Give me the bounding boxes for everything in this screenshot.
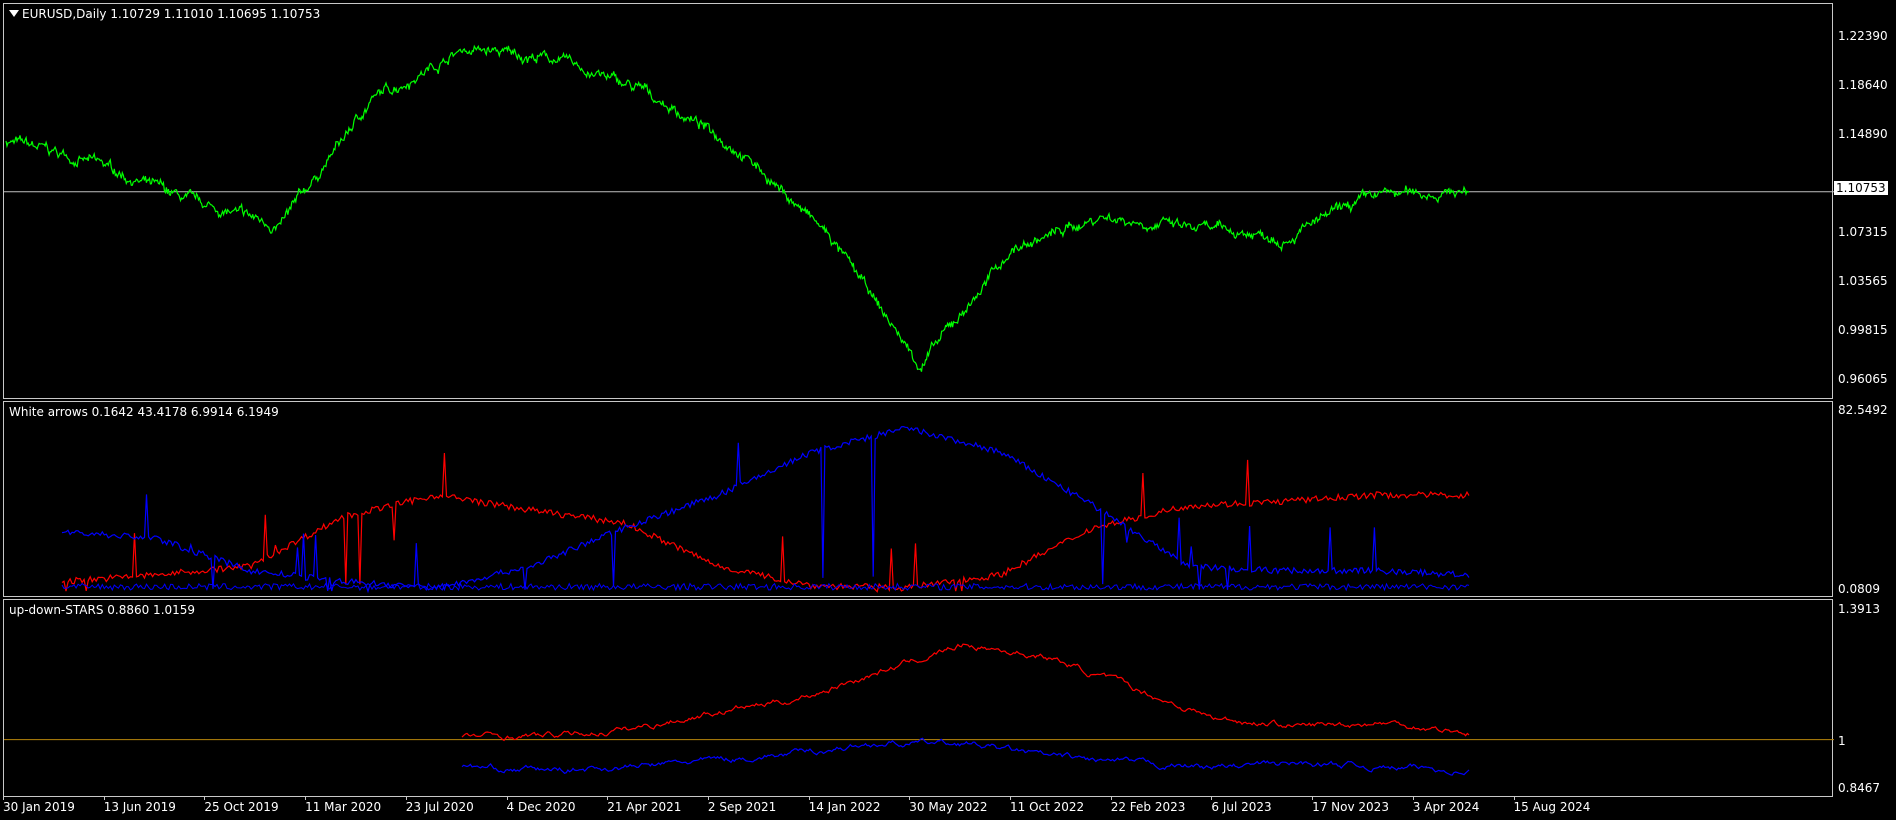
price-chart-canvas [4, 44, 1834, 372]
time-axis-tick [1312, 797, 1314, 800]
time-axis-label: 23 Jul 2020 [405, 800, 474, 814]
symbol-ohlc-label: EURUSD,Daily 1.10729 1.11010 1.10695 1.1… [22, 7, 321, 21]
time-axis-label: 30 Jan 2019 [3, 800, 75, 814]
time-axis-label: 6 Jul 2023 [1211, 800, 1272, 814]
time-axis-label: 13 Jun 2019 [103, 800, 176, 814]
price-axis-tick: 1.18640 [1838, 78, 1888, 92]
time-axis-tick [1211, 797, 1213, 800]
indicator-up-down-stars-title: up-down-STARS 0.8860 1.0159 [9, 603, 196, 617]
collapse-triangle-icon[interactable] [9, 10, 19, 17]
time-axis-label: 11 Oct 2022 [1010, 800, 1085, 814]
stars-blue-series [461, 737, 1470, 776]
price-chart-title: EURUSD,Daily 1.10729 1.11010 1.10695 1.1… [9, 7, 320, 21]
price-series-line [5, 44, 1470, 372]
time-axis-label: 3 Apr 2024 [1412, 800, 1480, 814]
indicator-up-down-stars-canvas [4, 643, 1834, 776]
time-axis-tick [1110, 797, 1112, 800]
time-axis-label: 15 Aug 2024 [1513, 800, 1591, 814]
time-axis-tick [1010, 797, 1011, 800]
indicator-white-arrows-title: White arrows 0.1642 43.4178 6.9914 6.194… [9, 405, 279, 419]
time-axis-tick [707, 797, 709, 800]
price-chart-pane[interactable]: EURUSD,Daily 1.10729 1.11010 1.10695 1.1… [3, 3, 1834, 399]
time-axis-label: 25 Oct 2019 [204, 800, 279, 814]
price-axis-tick: 0.99815 [1838, 323, 1888, 337]
time-axis-tick [1513, 797, 1515, 800]
time-axis-label: 11 Mar 2020 [305, 800, 382, 814]
time-axis-tick [3, 797, 4, 800]
time-axis-tick [305, 797, 307, 800]
indicator1-axis-min: 0.0809 [1838, 582, 1880, 596]
white-arrows-baseline-series [61, 582, 1470, 592]
time-axis-tick [506, 797, 508, 800]
time-axis-tick [1412, 797, 1414, 800]
price-axis-tick: 0.96065 [1838, 372, 1888, 386]
price-axis-tick: 1.14890 [1838, 127, 1888, 141]
current-price-label: 1.10753 [1834, 181, 1888, 195]
time-axis-label: 22 Feb 2023 [1110, 800, 1186, 814]
price-axis-tick: 1.07315 [1838, 225, 1888, 239]
indicator-white-arrows-pane[interactable]: White arrows 0.1642 43.4178 6.9914 6.194… [3, 401, 1833, 597]
time-axis-tick [204, 797, 206, 800]
indicator1-axis-max: 82.5492 [1838, 403, 1888, 417]
white-arrows-blue-series [61, 425, 1470, 594]
indicator2-axis-min: 0.8467 [1838, 781, 1880, 795]
time-axis-label: 30 May 2022 [909, 800, 988, 814]
indicator2-axis-max: 1.3913 [1838, 602, 1880, 616]
time-axis-label: 4 Dec 2020 [506, 800, 576, 814]
stars-red-series [461, 643, 1470, 742]
time-axis-tick [405, 797, 407, 800]
indicator-up-down-stars-pane[interactable]: up-down-STARS 0.8860 1.0159 [3, 599, 1834, 797]
time-axis-label: 21 Apr 2021 [607, 800, 682, 814]
indicator-white-arrows-canvas [61, 425, 1470, 594]
indicator2-axis-level: 1 [1838, 734, 1846, 748]
time-axis-tick [607, 797, 609, 800]
time-axis-label: 2 Sep 2021 [707, 800, 777, 814]
price-axis-tick: 1.03565 [1838, 274, 1888, 288]
time-axis-tick [808, 797, 810, 800]
time-axis-tick [103, 797, 105, 800]
time-axis-label: 14 Jan 2022 [808, 800, 881, 814]
price-axis-tick: 1.22390 [1838, 29, 1888, 43]
time-axis-label: 17 Nov 2023 [1312, 800, 1389, 814]
time-axis-tick [909, 797, 911, 800]
